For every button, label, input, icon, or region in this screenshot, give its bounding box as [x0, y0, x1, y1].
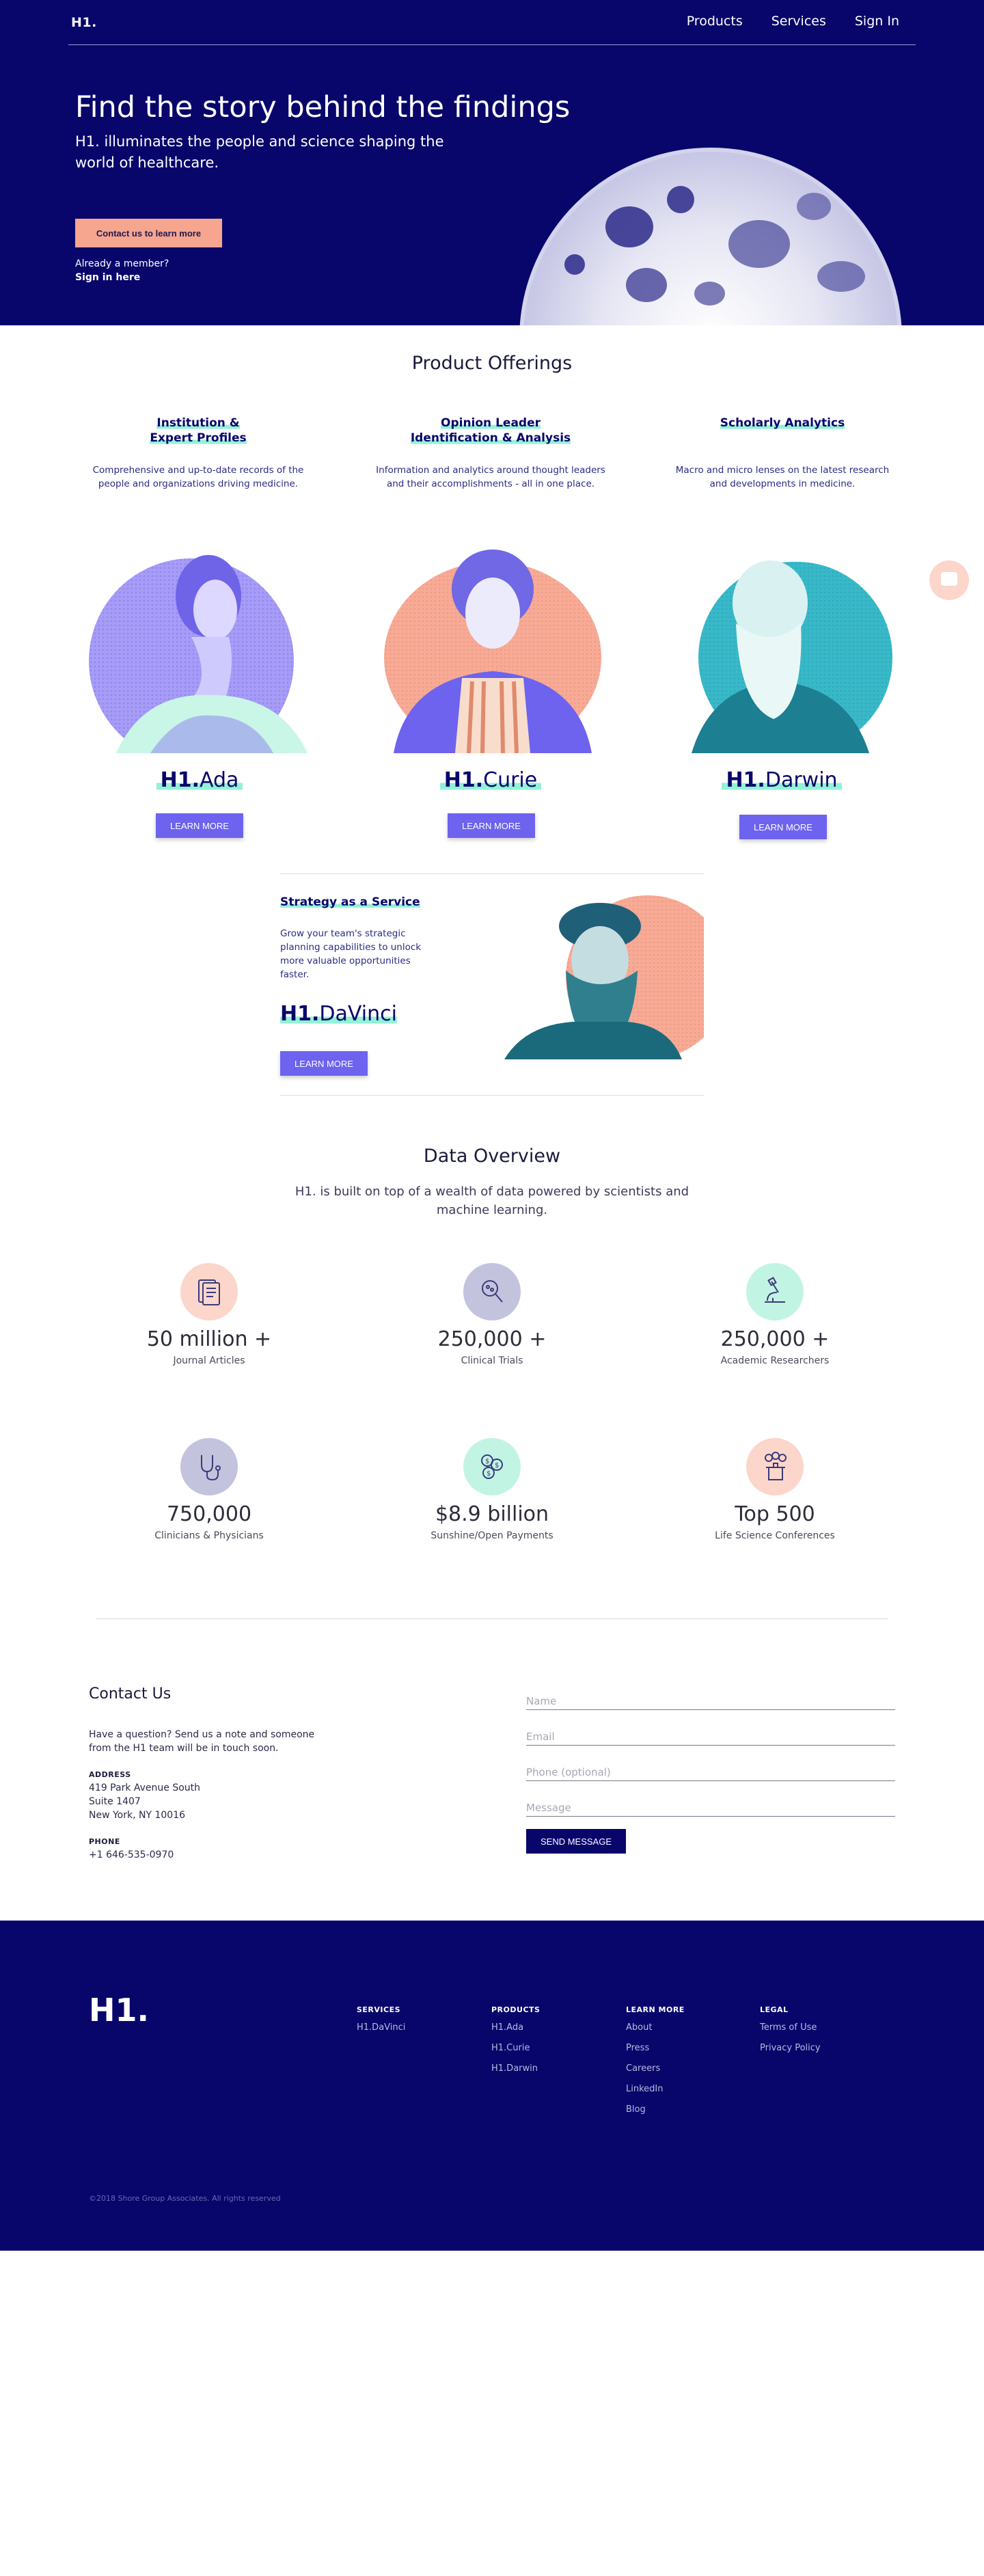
petri-dish-image: [519, 148, 902, 325]
contact-cta-button[interactable]: Contact us to learn more: [75, 219, 222, 247]
hero-title: Find the story behind the findings: [75, 90, 571, 124]
hero-subtitle: H1. illuminates the people and science s…: [75, 133, 444, 171]
page-canvas: [0, 325, 984, 2576]
sign-in-link[interactable]: Sign in here: [75, 272, 140, 283]
nav-sign-in[interactable]: Sign In: [855, 14, 899, 29]
member-text: Already a member?: [75, 258, 169, 269]
logo[interactable]: H1.: [71, 15, 97, 30]
hero-section: H1. Products Services Sign In Find the s…: [0, 0, 984, 325]
nav-services[interactable]: Services: [771, 14, 826, 29]
nav-products[interactable]: Products: [687, 14, 743, 29]
top-nav: H1. Products Services Sign In: [68, 0, 916, 45]
